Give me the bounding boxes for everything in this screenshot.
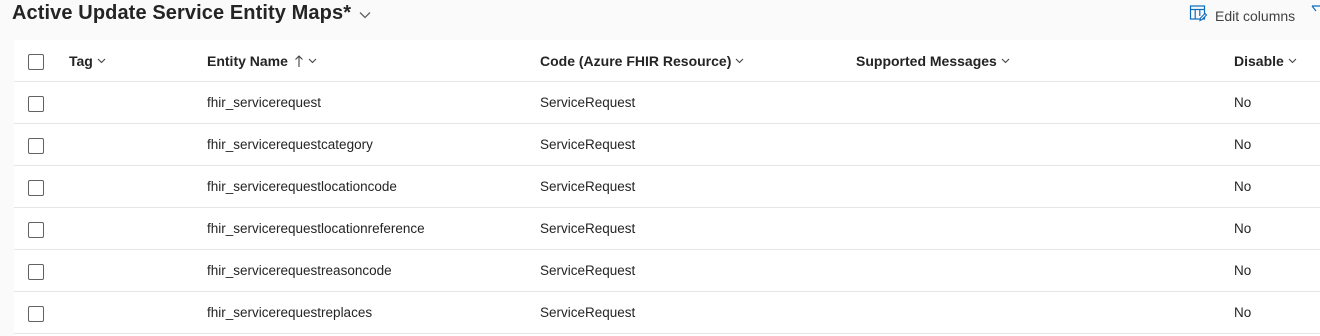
cell-disable: No [1234, 137, 1252, 152]
cell-code: ServiceRequest [540, 179, 636, 194]
row-checkbox[interactable] [28, 264, 44, 280]
chevron-down-icon [735, 58, 744, 64]
table-row[interactable]: fhir_servicerequestcategory ServiceReque… [14, 124, 1320, 166]
edit-columns-label: Edit columns [1215, 7, 1296, 24]
column-header-entity-name[interactable]: Entity Name [207, 40, 317, 82]
row-checkbox[interactable] [28, 96, 44, 112]
cell-entity-name[interactable]: fhir_servicerequestlocationcode [207, 166, 397, 208]
cell-entity-name[interactable]: fhir_servicerequest [207, 82, 321, 124]
cell-code: ServiceRequest [540, 137, 636, 152]
cell-entity-name[interactable]: fhir_servicerequestreasoncode [207, 250, 392, 292]
cell-code: ServiceRequest [540, 305, 636, 320]
select-all-checkbox[interactable] [28, 54, 44, 70]
grid-header-row: Tag Entity Name Code (Azure FHIR Resourc… [14, 40, 1320, 82]
cell-code: ServiceRequest [540, 95, 636, 110]
column-header-tag[interactable]: Tag [69, 40, 106, 82]
row-checkbox[interactable] [28, 306, 44, 322]
cell-disable: No [1234, 179, 1252, 194]
chevron-down-icon [97, 58, 106, 64]
entity-maps-grid: Tag Entity Name Code (Azure FHIR Resourc… [14, 40, 1320, 336]
filter-icon[interactable] [1311, 5, 1320, 24]
column-header-label: Code (Azure FHIR Resource) [540, 53, 732, 69]
table-row[interactable]: fhir_servicerequestreasoncode ServiceReq… [14, 250, 1320, 292]
cell-disable: No [1234, 305, 1252, 320]
view-title: Active Update Service Entity Maps* [12, 2, 352, 24]
chevron-down-icon [1001, 58, 1010, 64]
chevron-down-icon [359, 6, 371, 24]
cell-entity-name[interactable]: fhir_servicerequestlocationreference [207, 208, 425, 250]
column-header-label: Supported Messages [856, 53, 997, 69]
cell-entity-name[interactable]: fhir_servicerequestcategory [207, 124, 373, 166]
cell-disable: No [1234, 263, 1252, 278]
view-header: Active Update Service Entity Maps* Edit … [0, 0, 1320, 32]
cell-disable: No [1234, 221, 1252, 236]
cell-code: ServiceRequest [540, 221, 636, 236]
chevron-down-icon [1288, 58, 1297, 64]
column-header-supported-messages[interactable]: Supported Messages [856, 40, 1010, 82]
column-header-label: Tag [69, 53, 93, 69]
cell-entity-name[interactable]: fhir_servicerequestreplaces [207, 292, 372, 334]
column-header-label: Disable [1234, 53, 1284, 69]
cell-disable: No [1234, 95, 1252, 110]
column-header-disable[interactable]: Disable [1234, 40, 1297, 82]
edit-columns-icon [1189, 4, 1208, 27]
table-row[interactable]: fhir_servicerequestreplaces ServiceReque… [14, 292, 1320, 334]
chevron-down-icon [308, 58, 317, 64]
row-checkbox[interactable] [28, 138, 44, 154]
sort-ascending-icon [295, 55, 303, 67]
table-row[interactable]: fhir_servicerequest ServiceRequest No [14, 82, 1320, 124]
edit-columns-button[interactable]: Edit columns [1189, 4, 1295, 27]
view-selector[interactable]: Active Update Service Entity Maps* [12, 2, 371, 25]
cell-code: ServiceRequest [540, 263, 636, 278]
table-row[interactable]: fhir_servicerequestlocationcode ServiceR… [14, 166, 1320, 208]
row-checkbox[interactable] [28, 222, 44, 238]
column-header-code[interactable]: Code (Azure FHIR Resource) [540, 40, 744, 82]
table-row[interactable]: fhir_servicerequestlocationreference Ser… [14, 208, 1320, 250]
column-header-label: Entity Name [207, 53, 288, 69]
row-checkbox[interactable] [28, 180, 44, 196]
